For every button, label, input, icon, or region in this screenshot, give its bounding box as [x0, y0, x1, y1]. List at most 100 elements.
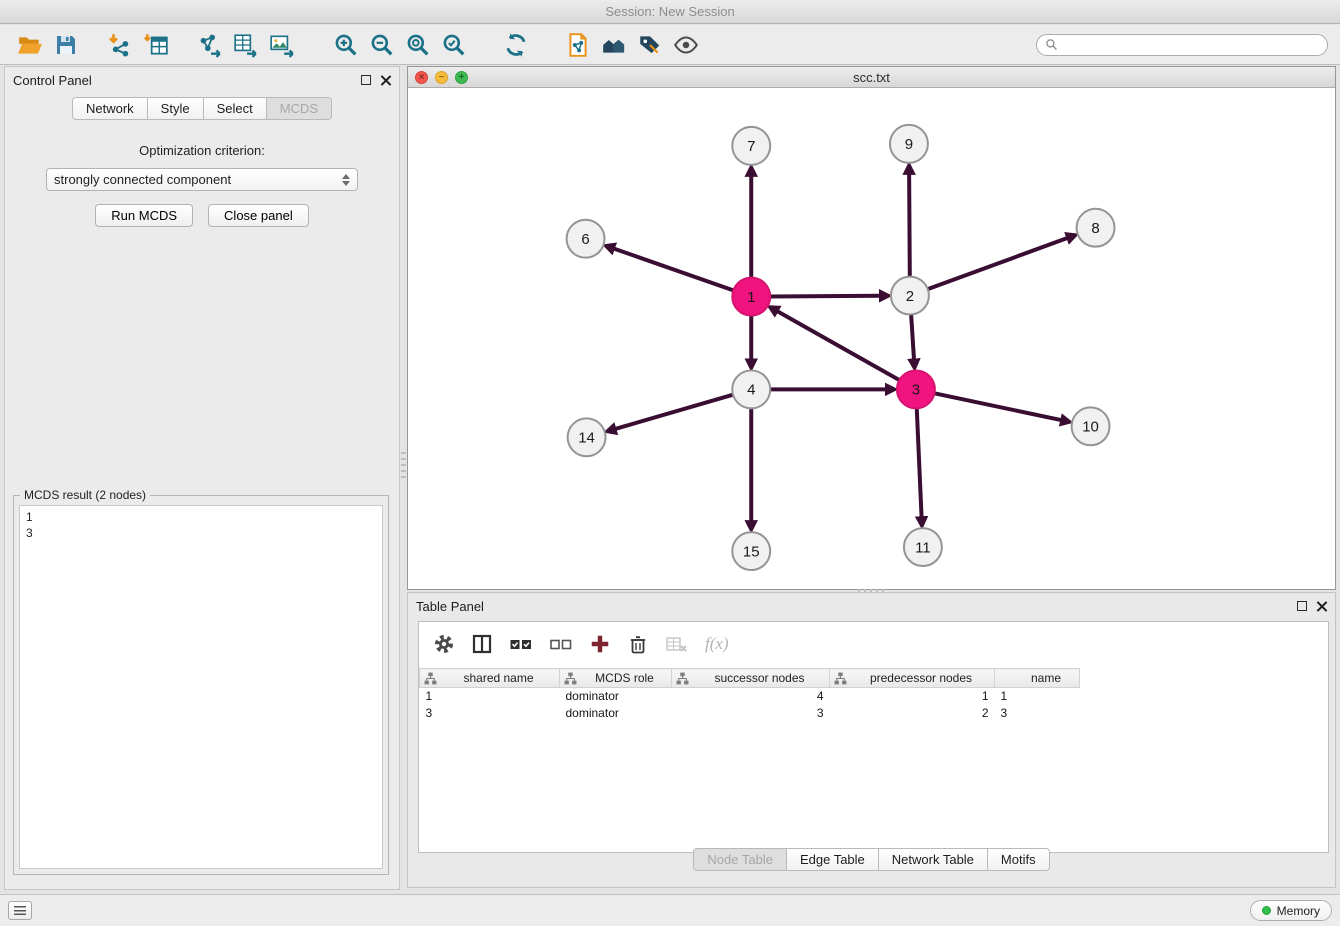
column-header-successor-nodes[interactable]: successor nodes — [672, 669, 830, 688]
table-panel: Table Panel — [407, 592, 1336, 888]
column-flow-icon — [424, 672, 437, 688]
close-panel-icon[interactable] — [380, 75, 391, 86]
import-table-icon[interactable] — [138, 28, 174, 62]
home-icon[interactable] — [596, 28, 632, 62]
mcds-result-title: MCDS result (2 nodes) — [20, 488, 150, 502]
network-window-titlebar[interactable]: × − + scc.txt — [408, 67, 1335, 88]
run-mcds-button[interactable]: Run MCDS — [95, 204, 193, 227]
edge-2-8[interactable] — [928, 238, 1069, 289]
zoom-selected-icon[interactable] — [436, 28, 472, 62]
deselect-all-icon[interactable] — [549, 634, 573, 654]
edge-1-2[interactable] — [770, 296, 881, 297]
node-label-7: 7 — [747, 138, 755, 155]
delete-column-trash-icon[interactable] — [627, 633, 649, 655]
status-bar: Memory — [0, 894, 1340, 926]
eye-icon[interactable] — [668, 28, 704, 62]
edge-2-3[interactable] — [911, 315, 914, 361]
tab-motifs[interactable]: Motifs — [987, 848, 1050, 871]
optimization-criterion-select[interactable]: strongly connected component — [46, 168, 358, 191]
table-toolbar: f(x) — [419, 622, 1328, 666]
label-icon[interactable] — [632, 28, 668, 62]
table-panel-title: Table Panel — [416, 599, 484, 614]
main-toolbar — [0, 25, 1340, 65]
close-panel-button[interactable]: Close panel — [208, 204, 309, 227]
control-panel: Control Panel Network Style Select MCDS … — [4, 66, 400, 890]
column-header-shared-name[interactable]: shared name — [420, 669, 560, 688]
tab-node-table[interactable]: Node Table — [693, 848, 787, 871]
column-flow-icon — [834, 672, 847, 688]
edge-1-6[interactable] — [613, 248, 733, 290]
function-builder-fx: f(x) — [705, 634, 729, 654]
network-graph[interactable]: 7968124314101511 — [408, 88, 1335, 589]
mcds-result-box: MCDS result (2 nodes) 1 3 — [13, 495, 389, 875]
table-row[interactable]: 3 dominator 3 2 3 — [420, 705, 1080, 722]
node-label-2: 2 — [906, 288, 914, 305]
dropdown-stepper-icon — [342, 174, 350, 186]
node-label-10: 10 — [1082, 419, 1099, 436]
column-header-mcds-role[interactable]: MCDS role — [560, 669, 672, 688]
cell-successor-nodes: 4 — [672, 688, 830, 705]
select-all-icon[interactable] — [509, 634, 533, 654]
tab-network[interactable]: Network — [72, 97, 148, 120]
open-file-icon[interactable] — [12, 28, 48, 62]
memory-status-dot — [1262, 906, 1271, 915]
network-canvas[interactable]: 7968124314101511 — [408, 88, 1335, 589]
zoom-window-icon[interactable]: + — [455, 71, 468, 84]
save-session-icon[interactable] — [48, 28, 84, 62]
tab-style[interactable]: Style — [147, 97, 204, 120]
edge-3-1[interactable] — [776, 311, 899, 380]
vertical-splitter-handle[interactable] — [401, 452, 406, 482]
show-columns-icon[interactable] — [471, 633, 493, 655]
node-label-9: 9 — [905, 136, 913, 153]
control-panel-title: Control Panel — [13, 73, 92, 88]
node-label-14: 14 — [578, 430, 595, 447]
tab-network-table[interactable]: Network Table — [878, 848, 988, 871]
minimize-window-icon[interactable]: − — [435, 71, 448, 84]
close-window-icon[interactable]: × — [415, 71, 428, 84]
list-icon — [14, 906, 26, 915]
zoom-fit-icon[interactable] — [400, 28, 436, 62]
cell-predecessor-nodes: 2 — [830, 705, 995, 722]
float-table-panel-icon[interactable] — [1297, 601, 1307, 611]
optimization-criterion-label: Optimization criterion: — [5, 143, 399, 158]
column-header-name[interactable]: name — [995, 669, 1080, 688]
cell-name: 3 — [995, 705, 1080, 722]
edge-2-9[interactable] — [909, 173, 910, 277]
node-label-4: 4 — [747, 382, 755, 399]
refresh-icon[interactable] — [498, 28, 534, 62]
create-column-plus-icon[interactable] — [589, 633, 611, 655]
float-panel-icon[interactable] — [361, 75, 371, 85]
table-row[interactable]: 1 dominator 4 1 1 — [420, 688, 1080, 705]
zoom-in-icon[interactable] — [328, 28, 364, 62]
export-network-icon[interactable] — [192, 28, 228, 62]
memory-button[interactable]: Memory — [1250, 900, 1332, 921]
cell-successor-nodes: 3 — [672, 705, 830, 722]
tab-select[interactable]: Select — [203, 97, 267, 120]
task-history-button[interactable] — [8, 901, 32, 920]
node-table: shared name MCDS role successor nodes pr… — [419, 668, 1080, 722]
edge-3-11[interactable] — [917, 408, 922, 518]
tab-mcds[interactable]: MCDS — [266, 97, 332, 120]
table-settings-gear-icon[interactable] — [433, 633, 455, 655]
tab-edge-table[interactable]: Edge Table — [786, 848, 879, 871]
mcds-result-item: 3 — [26, 525, 376, 541]
network-window-title: scc.txt — [853, 70, 890, 85]
node-label-11: 11 — [915, 539, 931, 556]
edge-4-14[interactable] — [614, 395, 733, 430]
export-table-icon[interactable] — [228, 28, 264, 62]
column-header-predecessor-nodes[interactable]: predecessor nodes — [830, 669, 995, 688]
edge-3-10[interactable] — [934, 393, 1062, 420]
search-input[interactable] — [1058, 38, 1319, 52]
network-from-selection-icon[interactable] — [560, 28, 596, 62]
mcds-result-item: 1 — [26, 509, 376, 525]
zoom-out-icon[interactable] — [364, 28, 400, 62]
mcds-result-list[interactable]: 1 3 — [19, 505, 383, 869]
network-view-window: × − + scc.txt 7968124314101511 — [407, 66, 1336, 590]
close-table-panel-icon[interactable] — [1316, 601, 1327, 612]
optimization-criterion-value: strongly connected component — [54, 172, 231, 187]
node-label-1: 1 — [747, 289, 755, 306]
search-field[interactable] — [1036, 34, 1328, 56]
export-image-icon[interactable] — [264, 28, 300, 62]
import-network-icon[interactable] — [102, 28, 138, 62]
node-label-8: 8 — [1091, 220, 1099, 237]
